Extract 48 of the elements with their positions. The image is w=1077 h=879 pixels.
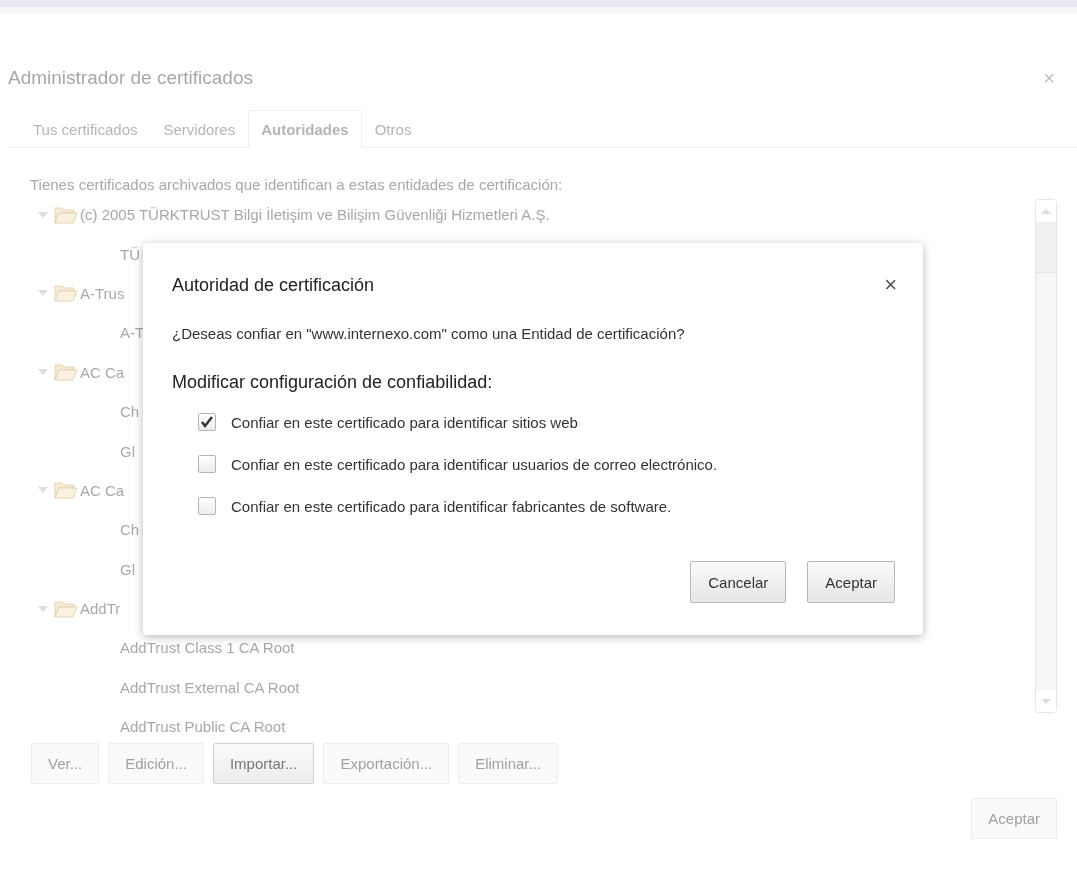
scrollbar[interactable] bbox=[1035, 199, 1057, 713]
tree-item[interactable]: AddTrust Class 1 CA Root bbox=[120, 639, 295, 657]
folder-icon bbox=[54, 363, 78, 382]
description-text: Tienes certificados archivados que identifican a estas entidades de certificación: bbox=[30, 176, 564, 193]
tree-item[interactable]: Gl bbox=[120, 560, 135, 578]
window-title: Administrador de certificados bbox=[8, 67, 253, 89]
tab[interactable]: Tus certificados bbox=[20, 112, 151, 148]
dialog-title: Autoridad de certificación bbox=[172, 274, 375, 296]
expander-icon[interactable] bbox=[38, 211, 48, 218]
scroll-down-icon[interactable] bbox=[1036, 690, 1056, 712]
close-button[interactable]: × bbox=[882, 272, 899, 298]
folder-icon bbox=[54, 599, 78, 618]
tree-item[interactable]: A-Trus bbox=[80, 284, 125, 302]
tree-item[interactable]: AddTrust External CA Root bbox=[120, 678, 300, 696]
checkbox-label: Confiar en este certificado para identificar fabricantes de software. bbox=[231, 497, 672, 515]
folder-icon bbox=[54, 205, 78, 224]
tree-item[interactable]: AddTrust Public CA Root bbox=[120, 718, 286, 736]
tree-item[interactable]: TÜ bbox=[120, 245, 140, 263]
expander-icon[interactable] bbox=[38, 487, 48, 494]
checkbox-label: Confiar en este certificado para identificar usuarios de correo electrónico. bbox=[231, 455, 718, 473]
close-button[interactable]: × bbox=[1039, 66, 1059, 90]
action-button[interactable]: Importar... bbox=[212, 743, 315, 784]
tree-item[interactable]: A-T bbox=[120, 324, 145, 342]
folder-icon bbox=[54, 481, 78, 500]
expander-icon[interactable] bbox=[38, 290, 48, 297]
tab[interactable]: Servidores bbox=[150, 112, 249, 148]
tab[interactable]: Otros bbox=[361, 112, 425, 148]
section-heading: Modificar configuración de confiabilidad: bbox=[172, 372, 494, 393]
expander-icon[interactable] bbox=[38, 369, 48, 376]
folder-icon bbox=[54, 284, 78, 303]
scroll-up-icon[interactable] bbox=[1036, 200, 1056, 222]
scroll-thumb[interactable] bbox=[1036, 222, 1056, 273]
dialog-button[interactable]: Cancelar bbox=[690, 561, 787, 603]
dialog-button[interactable]: Aceptar bbox=[807, 561, 895, 603]
tree-item[interactable]: Ch bbox=[120, 403, 140, 421]
tree-item[interactable]: AC Ca bbox=[80, 481, 125, 499]
checkbox[interactable] bbox=[198, 497, 216, 515]
tree-item[interactable]: Ch bbox=[120, 521, 140, 539]
tree-item[interactable]: Gl bbox=[120, 442, 135, 460]
checkbox[interactable] bbox=[198, 413, 216, 431]
checkbox-label: Confiar en este certificado para identificar sitios web bbox=[231, 413, 578, 431]
checkbox[interactable] bbox=[198, 455, 216, 473]
tree-item[interactable]: AddTr bbox=[80, 600, 121, 618]
question-text: ¿Deseas confiar en "www.internexo.com" como una Entidad de certificación? bbox=[172, 325, 686, 342]
tab[interactable]: Autoridades bbox=[248, 110, 362, 148]
expander-icon[interactable] bbox=[38, 605, 48, 612]
tree-item[interactable]: AC Ca bbox=[80, 363, 125, 381]
tree-item[interactable]: (c) 2005 TÜRKTRUST Bilgi İletişim ve Bilişim Güvenliği Hizmetleri A.Ş. bbox=[80, 206, 550, 224]
